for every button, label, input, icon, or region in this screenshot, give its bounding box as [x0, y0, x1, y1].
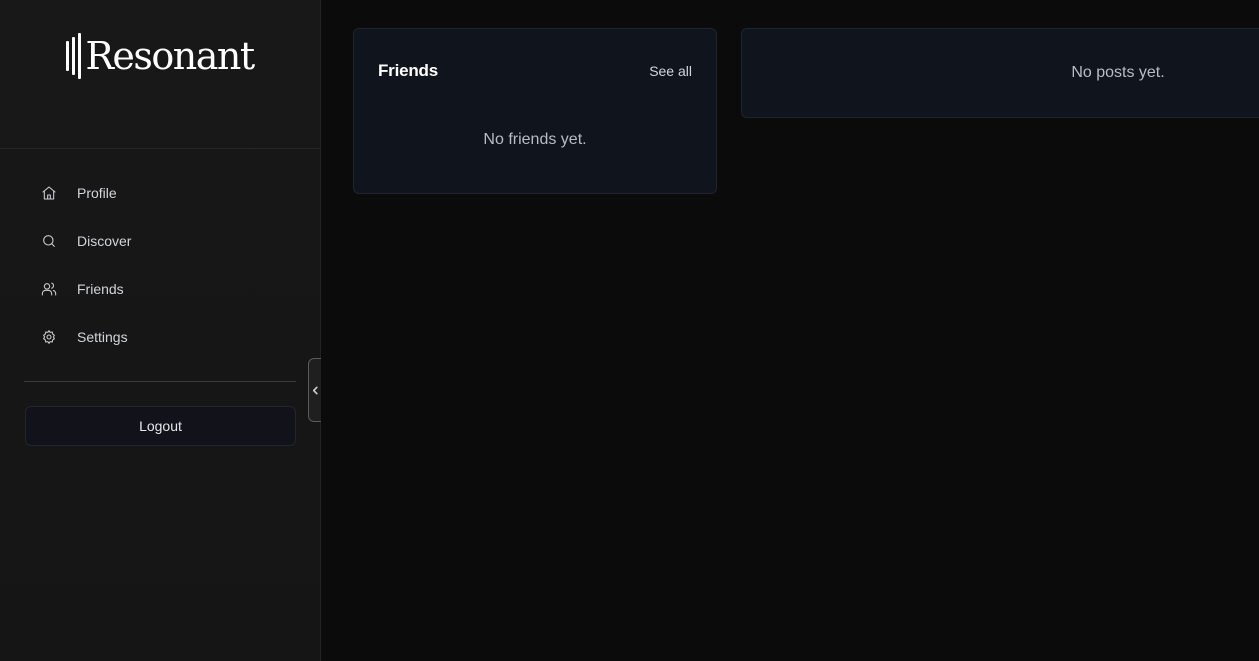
- search-icon: [40, 232, 58, 250]
- sidebar-item-label: Discover: [77, 233, 132, 249]
- brand-name: Resonant: [85, 34, 255, 78]
- app-root: Resonant Profile Discover Friends Settin…: [0, 0, 1259, 661]
- brand-header: Resonant: [0, 0, 320, 149]
- sidebar-item-friends[interactable]: Friends: [24, 265, 296, 313]
- home-icon: [40, 184, 58, 202]
- friends-card-title: Friends: [378, 61, 439, 80]
- sidebar-item-discover[interactable]: Discover: [24, 217, 296, 265]
- gear-icon: [40, 328, 58, 346]
- logo-bars-icon: [66, 33, 82, 79]
- brand-logo[interactable]: Resonant: [66, 33, 255, 79]
- users-icon: [40, 280, 58, 298]
- see-all-friends-link[interactable]: See all: [649, 63, 692, 79]
- sidebar-item-profile[interactable]: Profile: [24, 169, 296, 217]
- sidebar-nav: Profile Discover Friends Settings: [24, 169, 296, 361]
- logout-button[interactable]: Logout: [25, 406, 296, 446]
- sidebar: Resonant Profile Discover Friends Settin…: [0, 0, 321, 661]
- friends-empty-state: No friends yet.: [483, 131, 587, 148]
- friends-card: Friends See all No friends yet.: [353, 28, 717, 194]
- sidebar-item-settings[interactable]: Settings: [24, 313, 296, 361]
- chevron-left-icon: [312, 386, 318, 394]
- sidebar-collapse-button[interactable]: [308, 358, 321, 422]
- posts-empty-state: No posts yet.: [1071, 64, 1165, 81]
- sidebar-divider: [24, 381, 296, 382]
- posts-card: No posts yet.: [741, 28, 1259, 118]
- sidebar-item-label: Profile: [77, 185, 117, 201]
- sidebar-item-label: Settings: [77, 329, 128, 345]
- sidebar-item-label: Friends: [77, 281, 124, 297]
